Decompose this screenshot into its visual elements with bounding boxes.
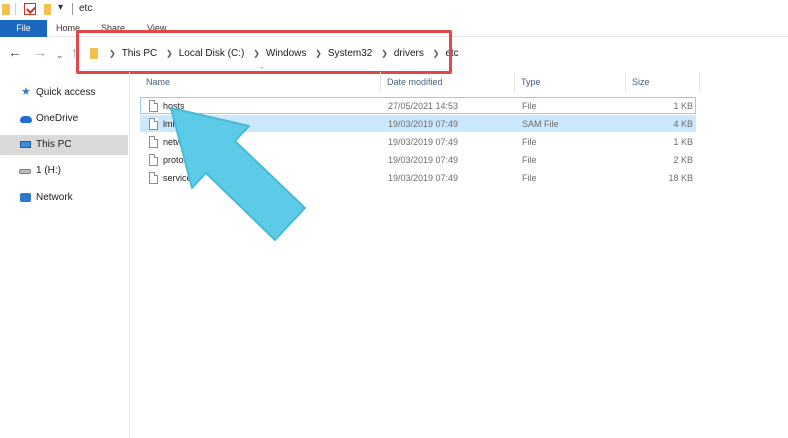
file-icon [149,136,158,148]
file-row-hosts[interactable]: hosts 27/05/2021 14:53 File 1 KB [140,97,696,114]
file-row-networks[interactable]: networks 19/03/2019 07:49 File 1 KB [140,133,696,150]
sidebar-item-network[interactable]: Network [0,188,128,208]
toolbar-divider [72,3,73,15]
breadcrumb: ❯ This PC ❯ Local Disk (C:) ❯ Windows ❯ Syst… [103,47,459,61]
toolbar-divider [15,3,16,15]
file-row-lmhosts[interactable]: lmhosts.sam 19/03/2019 07:49 SAM File 4 … [140,115,696,132]
file-date: 27/05/2021 14:53 [388,101,459,111]
address-bar[interactable]: ❯ This PC ❯ Local Disk (C:) ❯ Windows ❯ Syst… [83,43,459,65]
file-size: 2 KB [673,155,693,165]
file-size: 4 KB [673,119,693,129]
forward-arrow-icon[interactable]: → [33,45,47,59]
sidebar-item-label: OneDrive [36,113,79,124]
chevron-right-icon[interactable]: ❯ [315,49,322,58]
column-header-date-modified[interactable]: Date modified [381,72,515,92]
breadcrumb-windows[interactable]: Windows [266,48,307,59]
breadcrumb-local-disk[interactable]: Local Disk (C:) [179,48,245,59]
properties-icon[interactable] [24,3,36,15]
file-row-protocol[interactable]: protocol 19/03/2019 07:49 File 2 KB [140,151,696,168]
network-icon [20,193,31,202]
chevron-right-icon[interactable]: ❯ [109,49,116,58]
breadcrumb-drivers[interactable]: drivers [394,48,424,59]
file-date: 19/03/2019 07:49 [388,137,459,147]
column-headers: Name Date modified Type Size [140,72,700,92]
drive-icon [19,169,31,174]
breadcrumb-etc[interactable]: etc [445,48,458,59]
file-name: networks [163,137,200,147]
title-bar: ▾ etc [0,0,788,20]
ribbon-tabs: File Home Share View [0,20,788,37]
window-title: etc [79,3,93,14]
up-arrow-icon[interactable]: ↑ [71,45,78,59]
sidebar-item-label: Quick access [36,87,96,98]
new-folder-icon[interactable] [44,4,51,15]
file-name: lmhosts.sam [163,119,214,129]
recent-locations-chevron-icon[interactable]: ⌄ [56,48,64,62]
file-name: services [163,173,197,183]
chevron-right-icon[interactable]: ❯ [381,49,388,58]
file-date: 19/03/2019 07:49 [388,155,459,165]
tab-home[interactable]: Home [50,20,86,37]
file-date: 19/03/2019 07:49 [388,119,459,129]
sidebar-item-drive-h[interactable]: 1 (H:) [0,161,128,181]
folder-icon [90,48,98,59]
file-size: 18 KB [668,173,693,183]
file-type: SAM File [522,119,559,129]
file-date: 19/03/2019 07:49 [388,173,459,183]
sidebar-item-this-pc[interactable]: This PC [0,135,128,155]
sidebar-item-label: Network [36,192,73,203]
tab-file[interactable]: File [0,20,47,37]
navigation-pane: ★ Quick access OneDrive This PC 1 (H:) N… [0,72,130,438]
file-icon [149,118,158,130]
file-type: File [522,137,537,147]
file-size: 1 KB [673,137,693,147]
sidebar-item-label: 1 (H:) [36,165,61,176]
computer-icon [20,141,31,148]
file-icon [149,154,158,166]
chevron-right-icon[interactable]: ❯ [253,49,260,58]
tab-view[interactable]: View [141,20,172,37]
sidebar-item-quick-access[interactable]: ★ Quick access [0,83,128,103]
file-name: hosts [163,101,185,111]
file-icon [149,100,158,112]
file-type: File [522,173,537,183]
sidebar-item-onedrive[interactable]: OneDrive [0,109,128,129]
column-header-size[interactable]: Size [626,72,700,92]
column-header-type[interactable]: Type [515,72,626,92]
breadcrumb-system32[interactable]: System32 [328,48,372,59]
file-type: File [522,101,537,111]
file-row-services[interactable]: services 19/03/2019 07:49 File 18 KB [140,169,696,186]
cloud-icon [20,116,32,123]
tab-share[interactable]: Share [95,20,131,37]
file-type: File [522,155,537,165]
sidebar-item-label: This PC [36,139,72,150]
navigation-bar: ← → ⌄ ↑ ❯ This PC ❯ Local Disk (C:) ❯ Windo… [0,38,788,68]
folder-icon [2,4,10,15]
file-name: protocol [163,155,196,165]
breadcrumb-this-pc[interactable]: This PC [122,48,158,59]
file-size: 1 KB [673,101,693,111]
file-icon [149,172,158,184]
column-header-name[interactable]: Name [140,72,381,92]
customize-toolbar-icon[interactable]: ▾ [58,2,70,14]
back-arrow-icon[interactable]: ← [8,45,22,59]
chevron-right-icon[interactable]: ❯ [166,49,173,58]
star-icon: ★ [21,86,31,98]
chevron-right-icon[interactable]: ❯ [433,49,440,58]
